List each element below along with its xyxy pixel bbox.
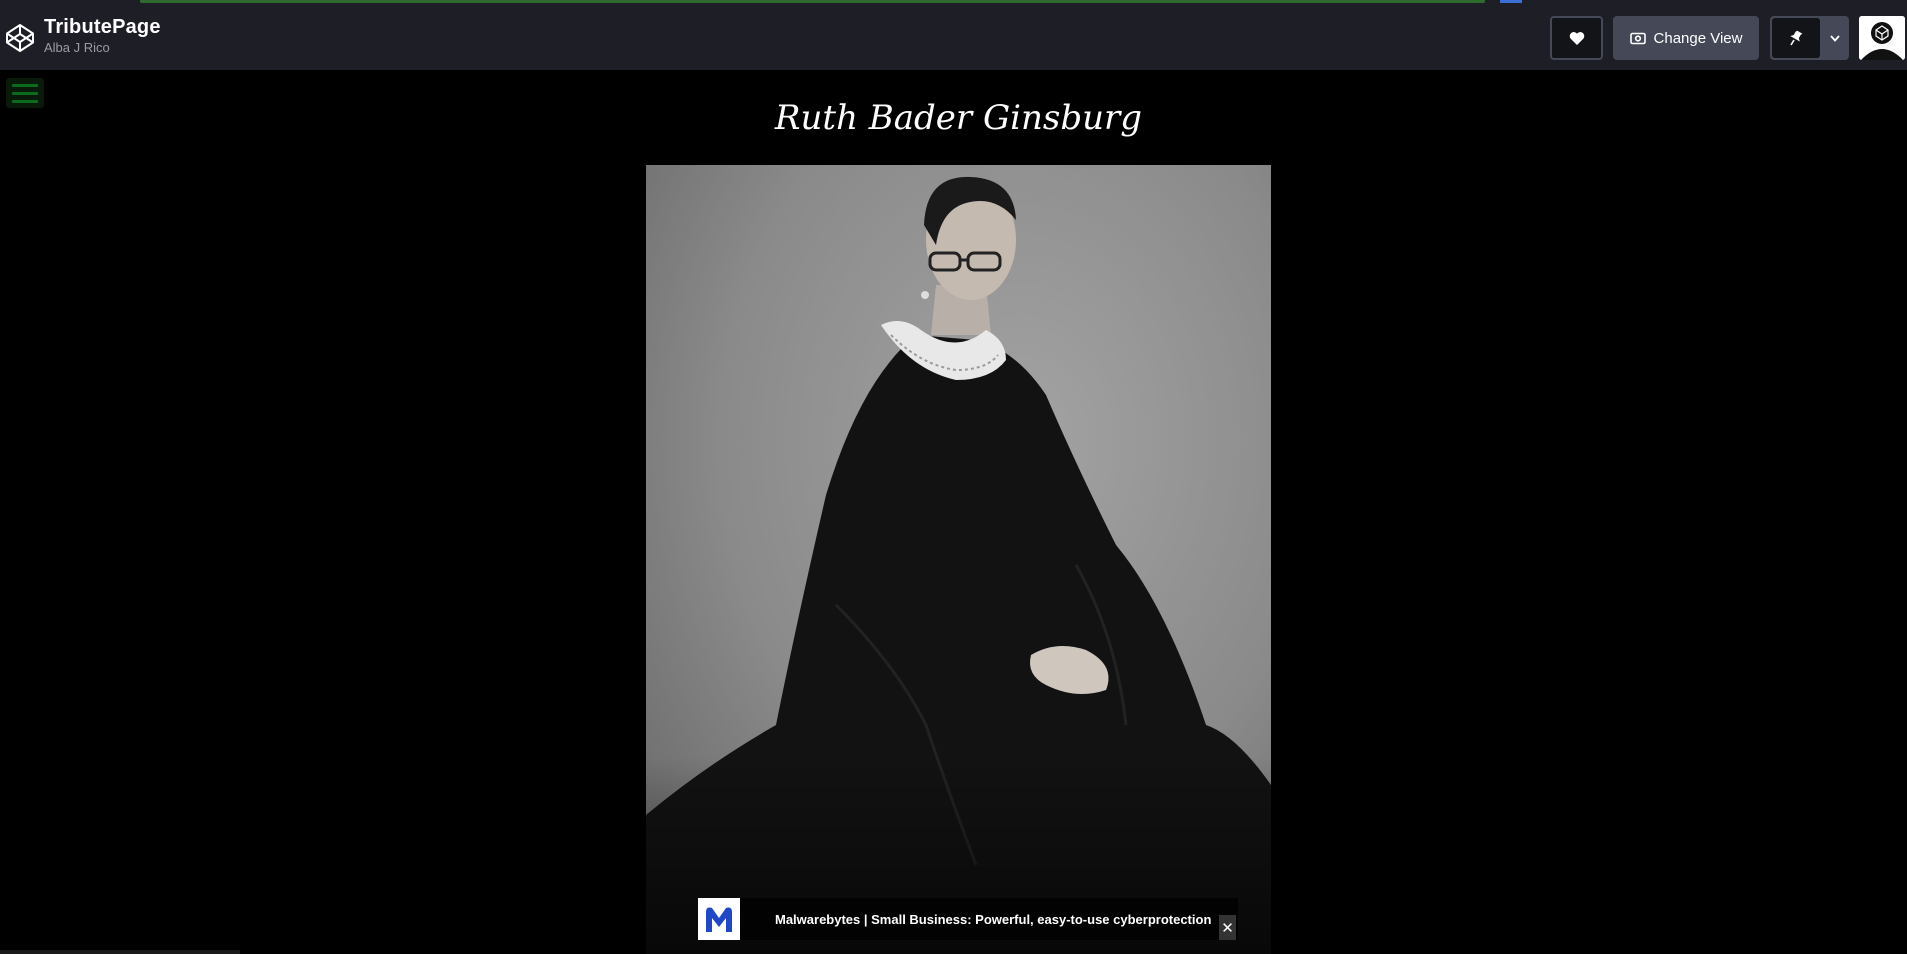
pen-author[interactable]: Alba J Rico [44, 40, 161, 56]
codepen-header: TributePage Alba J Rico Change View [0, 0, 1907, 70]
pin-button-group [1770, 16, 1849, 60]
change-view-button[interactable]: Change View [1613, 16, 1759, 60]
hamburger-bar [12, 83, 38, 87]
ad-banner[interactable]: Malwarebytes | Small Business: Powerful,… [698, 898, 1238, 940]
loading-bar-accent [1500, 0, 1522, 3]
ad-text[interactable]: Malwarebytes | Small Business: Powerful,… [775, 912, 1211, 927]
pen-title[interactable]: TributePage [44, 14, 161, 40]
eye-box-icon [1629, 32, 1646, 44]
chevron-down-icon [1829, 34, 1840, 42]
change-view-label: Change View [1653, 29, 1743, 47]
pin-icon [1790, 30, 1803, 46]
like-button[interactable] [1550, 16, 1603, 60]
tribute-portrait-image [646, 165, 1271, 954]
heart-icon [1569, 31, 1584, 45]
pin-dropdown-button[interactable] [1822, 18, 1847, 58]
pen-title-block: TributePage Alba J Rico [44, 14, 161, 56]
malwarebytes-logo-icon [698, 898, 740, 940]
user-avatar[interactable] [1859, 16, 1905, 60]
loading-bar [140, 0, 1485, 3]
page: TributePage Alba J Rico Change View Ruth… [0, 0, 1907, 954]
codepen-logo-icon[interactable] [4, 22, 36, 54]
pin-button[interactable] [1772, 18, 1820, 58]
tribute-title: Ruth Bader Ginsburg [774, 98, 1143, 138]
ad-close-icon[interactable]: ✕ [1219, 915, 1236, 940]
bottom-strip [0, 950, 240, 954]
